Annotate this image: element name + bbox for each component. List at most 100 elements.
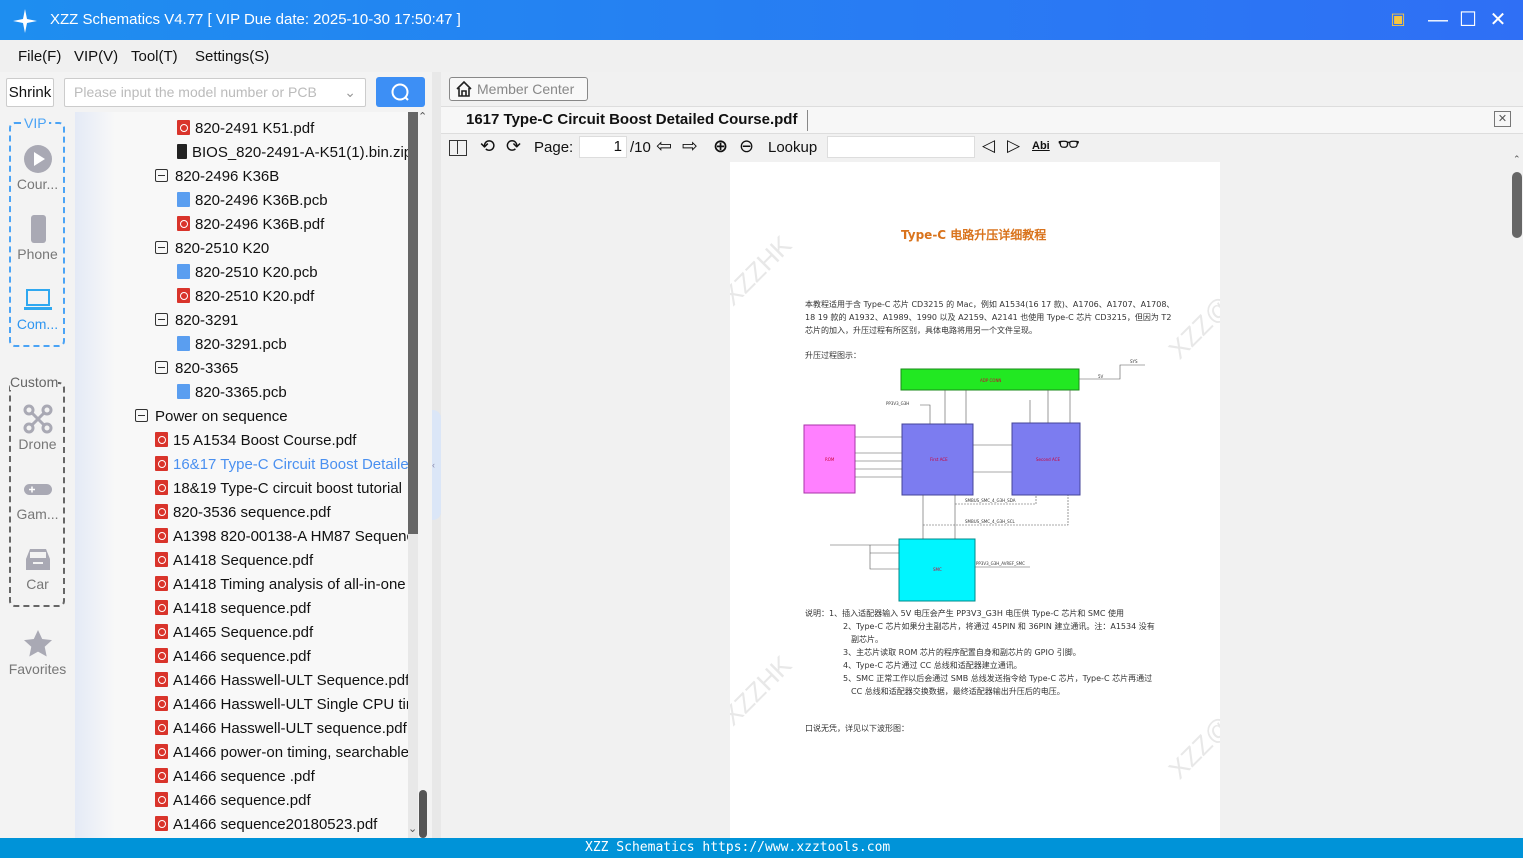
- sys-label: SYS: [1130, 359, 1138, 364]
- car-icon: [25, 549, 50, 570]
- tree-file[interactable]: 16&17 Type-C Circuit Boost Detailed Cour…: [155, 453, 408, 477]
- tree-file[interactable]: A1466 Hasswell-ULT sequence.pdf: [155, 717, 407, 741]
- find-previous-icon[interactable]: ◁: [982, 136, 995, 156]
- nav-car[interactable]: Car: [0, 544, 75, 592]
- tree-folder[interactable]: 820-3291: [155, 309, 238, 333]
- close-button[interactable]: ✕: [1486, 8, 1510, 32]
- first-ace-label: First ACE: [930, 457, 948, 462]
- bin-file-icon: [177, 144, 187, 159]
- collapse-icon[interactable]: [155, 169, 168, 182]
- model-search-input[interactable]: Please input the model number or PCB ⌄: [64, 78, 366, 107]
- document-tab[interactable]: 1617 Type-C Circuit Boost Detailed Cours…: [466, 111, 797, 128]
- next-page-arrow-icon[interactable]: ⇨: [682, 135, 698, 158]
- rotate-left-icon[interactable]: ⟲: [480, 136, 495, 157]
- collapse-icon[interactable]: [155, 313, 168, 326]
- pp3v3-label: PP3V3_G3H: [886, 401, 909, 406]
- chevron-down-icon[interactable]: ⌄: [344, 79, 356, 106]
- tree-folder[interactable]: 820-2496 K36B: [155, 165, 279, 189]
- tree-file[interactable]: A1466 Hasswell-ULT Single CPU timing: [155, 693, 408, 717]
- find-next-icon[interactable]: ▷: [1007, 136, 1020, 156]
- tree-folder[interactable]: 820-2510 K20: [155, 237, 269, 261]
- previous-page-arrow-icon[interactable]: ⇦: [656, 135, 672, 158]
- adp-label: ADP CONN: [980, 378, 1001, 383]
- collapse-icon[interactable]: [155, 361, 168, 374]
- tree-file[interactable]: BIOS_820-2491-A-K51(1).bin.zip: [177, 141, 408, 165]
- status-bar: XZZ Schematics https://www.xzztools.com: [0, 838, 1523, 858]
- tree-file[interactable]: A1418 Timing analysis of all-in-one: [155, 573, 406, 597]
- tree-file[interactable]: A1465 Sequence.pdf: [155, 621, 313, 645]
- tree-scrollbar[interactable]: [408, 112, 418, 838]
- pcb-file-icon: [177, 264, 190, 279]
- shrink-button[interactable]: Shrink: [6, 78, 54, 107]
- tree-file[interactable]: 820-3291.pcb: [177, 333, 287, 357]
- tree-folder[interactable]: 820-3365: [155, 357, 238, 381]
- menu-vip[interactable]: VIP(V): [74, 48, 118, 65]
- tree-file[interactable]: 820-2510 K20.pcb: [177, 261, 318, 285]
- nav-favorites[interactable]: Favorites: [0, 629, 75, 677]
- tree-file[interactable]: 820-3365.pcb: [177, 381, 287, 405]
- tree-scrollbar-thumb[interactable]: [408, 112, 418, 534]
- star-icon: [23, 630, 52, 657]
- tree-folder[interactable]: Power on sequence: [135, 405, 288, 429]
- tree-file[interactable]: A1466 power-on timing, searchable: [155, 741, 408, 765]
- tree-file[interactable]: A1418 sequence.pdf: [155, 597, 311, 621]
- tree-file[interactable]: A1466 sequence.pdf: [155, 645, 311, 669]
- maximize-button[interactable]: ☐: [1456, 8, 1480, 32]
- intro-text: 本教程适用于含 Type-C 芯片 CD3215 的 Mac，例如 A1534(…: [805, 300, 1175, 335]
- tree-file[interactable]: 820-2496 K36B.pdf: [177, 213, 324, 237]
- search-button[interactable]: [376, 77, 425, 107]
- zoom-out-icon[interactable]: ⊖: [739, 136, 754, 157]
- collapse-panel-handle[interactable]: ‹: [432, 410, 441, 520]
- tree-file[interactable]: 820-2510 K20.pdf: [177, 285, 314, 309]
- menu-tool[interactable]: Tool(T): [131, 48, 178, 65]
- two-page-view-icon[interactable]: [449, 140, 467, 156]
- close-tab-icon[interactable]: ✕: [1494, 111, 1511, 127]
- nav-phone[interactable]: Phone: [0, 214, 75, 262]
- menu-file[interactable]: File(F): [18, 48, 61, 65]
- collapse-icon[interactable]: [135, 409, 148, 422]
- pdf-file-icon: [155, 816, 168, 831]
- nav-courses[interactable]: Cour...: [0, 144, 75, 192]
- nav-computer[interactable]: Com...: [0, 284, 75, 332]
- tree-item-label: A1398 820-00138-A HM87 Sequence: [173, 528, 408, 545]
- scroll-up-arrow[interactable]: ⌃: [1513, 154, 1521, 165]
- zoom-in-icon[interactable]: ⊕: [713, 136, 728, 157]
- splitter[interactable]: ‹: [432, 72, 441, 838]
- page-number-input[interactable]: 1: [579, 136, 627, 158]
- rotate-right-icon[interactable]: ⟳: [506, 136, 521, 157]
- briefcase-icon[interactable]: ▣: [1386, 8, 1410, 32]
- scroll-up-arrow[interactable]: ⌃: [418, 110, 427, 123]
- tree-file[interactable]: A1466 sequence .pdf: [155, 765, 315, 789]
- tree-file[interactable]: 15 A1534 Boost Course.pdf: [155, 429, 356, 453]
- tree-file[interactable]: 820-2491 K51.pdf: [177, 117, 314, 141]
- scl-label: SMBUS_SMC_4_G3H_SCL: [965, 519, 1016, 524]
- nav-games[interactable]: Gam...: [0, 474, 75, 522]
- horizontal-scroll-handle[interactable]: [419, 790, 427, 838]
- member-center-button[interactable]: Member Center: [449, 77, 588, 101]
- lookup-label: Lookup: [768, 139, 818, 156]
- page-total: /10: [630, 139, 651, 156]
- tree-file[interactable]: 18&19 Type-C circuit boost tutorial: [155, 477, 402, 501]
- scroll-down-arrow[interactable]: ⌄: [408, 822, 417, 835]
- tree-file[interactable]: A1418 Sequence.pdf: [155, 549, 313, 573]
- collapse-icon[interactable]: [155, 241, 168, 254]
- tree-file[interactable]: A1466 sequence20180523.pdf: [155, 813, 377, 837]
- lookup-input[interactable]: [827, 136, 975, 158]
- tree-file[interactable]: 820-2496 K36B.pcb: [177, 189, 328, 213]
- nav-drone[interactable]: Drone: [0, 404, 75, 452]
- tree-file[interactable]: A1466 sequence.pdf: [155, 789, 311, 813]
- match-case-icon[interactable]: Abi: [1032, 140, 1050, 152]
- page-scrollbar[interactable]: ⌃: [1511, 154, 1523, 838]
- tree-item-label: 820-2496 K36B: [175, 168, 280, 185]
- tree-file[interactable]: 820-3536 sequence.pdf: [155, 501, 331, 525]
- minimize-button[interactable]: —: [1426, 8, 1450, 32]
- nav-label: Drone: [18, 436, 57, 452]
- tree-file[interactable]: A1398 820-00138-A HM87 Sequence: [155, 525, 408, 549]
- binoculars-icon[interactable]: 👓︎: [1058, 135, 1080, 155]
- tree-file[interactable]: A1466 Hasswell-ULT Sequence.pdf: [155, 669, 408, 693]
- menu-settings[interactable]: Settings(S): [195, 48, 269, 65]
- pcb-file-icon: [177, 384, 190, 399]
- page-scrollbar-thumb[interactable]: [1512, 172, 1522, 238]
- tree-item-label: A1466 Hasswell-ULT Sequence.pdf: [173, 672, 408, 689]
- tree-item-label: A1466 power-on timing, searchable: [173, 744, 408, 761]
